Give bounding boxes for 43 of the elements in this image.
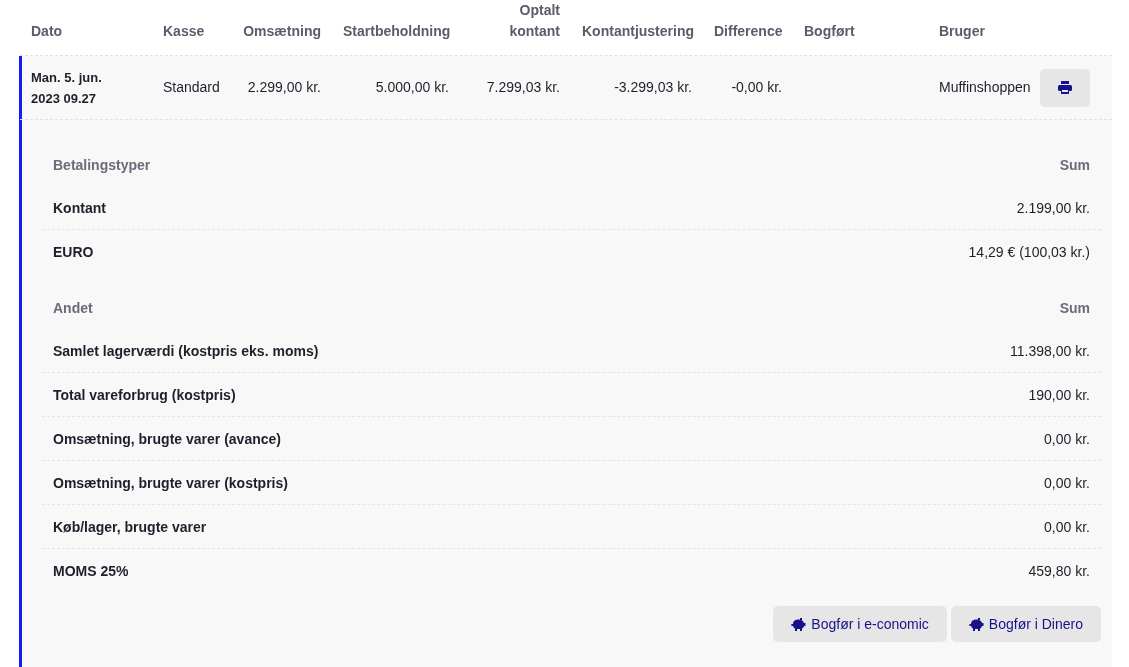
item-value: 11.398,00 kr. <box>1010 342 1090 359</box>
printer-icon <box>1058 81 1072 94</box>
piggy-bank-icon <box>791 617 807 631</box>
column-header: Kasse <box>162 22 206 41</box>
column-header: Kontantjustering <box>581 22 695 41</box>
post-button[interactable]: Bogfør i e-conomic <box>773 606 947 642</box>
table-cell-text: 2.299,00 kr. <box>246 78 322 97</box>
post-button[interactable]: Bogfør i Dinero <box>950 606 1101 642</box>
item-value: 190,00 kr. <box>1028 386 1090 403</box>
table-cell-text: 7.299,03 kr. <box>485 78 561 97</box>
item-label: MOMS 25% <box>53 562 129 579</box>
item-label: EURO <box>53 243 94 260</box>
item-label: Omsætning, brugte varer (kostpris) <box>53 474 288 491</box>
column-header: Difference <box>713 22 784 41</box>
item-label: Kontant <box>53 199 106 216</box>
section-heading: Andet <box>53 300 93 316</box>
item-label: Samlet lagerværdi (kostpris eks. moms) <box>53 342 319 359</box>
table-cell-text: Standard <box>162 78 221 97</box>
column-header: Omsætning <box>242 22 322 41</box>
item-value: 0,00 kr. <box>1044 430 1090 447</box>
item-label: Omsætning, brugte varer (avance) <box>53 430 281 447</box>
sum-heading: Sum <box>1059 300 1090 316</box>
column-header: Dato <box>30 22 64 41</box>
table-cell-text: Man. 5. jun. 2023 09.27 <box>30 68 103 108</box>
section-heading: Betalingstyper <box>53 157 151 173</box>
column-header: Optalt kontant <box>508 1 561 41</box>
item-label: Køb/lager, brugte varer <box>53 518 207 535</box>
item-value: 14,29 € (100,03 kr.) <box>968 243 1090 260</box>
sum-heading: Sum <box>1059 157 1090 173</box>
item-value: 2.199,00 kr. <box>1016 199 1090 216</box>
item-value: 0,00 kr. <box>1044 474 1090 491</box>
print-button[interactable] <box>1040 68 1090 107</box>
piggy-bank-icon <box>968 617 984 631</box>
item-value: 0,00 kr. <box>1044 518 1090 535</box>
table-cell-text: 5.000,00 kr. <box>374 78 450 97</box>
column-header: Bogført <box>803 22 856 41</box>
column-header: Bruger <box>938 22 986 41</box>
item-value: 459,80 kr. <box>1028 562 1090 579</box>
table-cell-text: -0,00 kr. <box>730 78 783 97</box>
table-cell-text: Muffinshoppen <box>938 78 1032 97</box>
table-cell-text: -3.299,03 kr. <box>613 78 693 97</box>
item-label: Total vareforbrug (kostpris) <box>53 386 236 403</box>
column-header: Startbeholdning <box>342 22 452 41</box>
